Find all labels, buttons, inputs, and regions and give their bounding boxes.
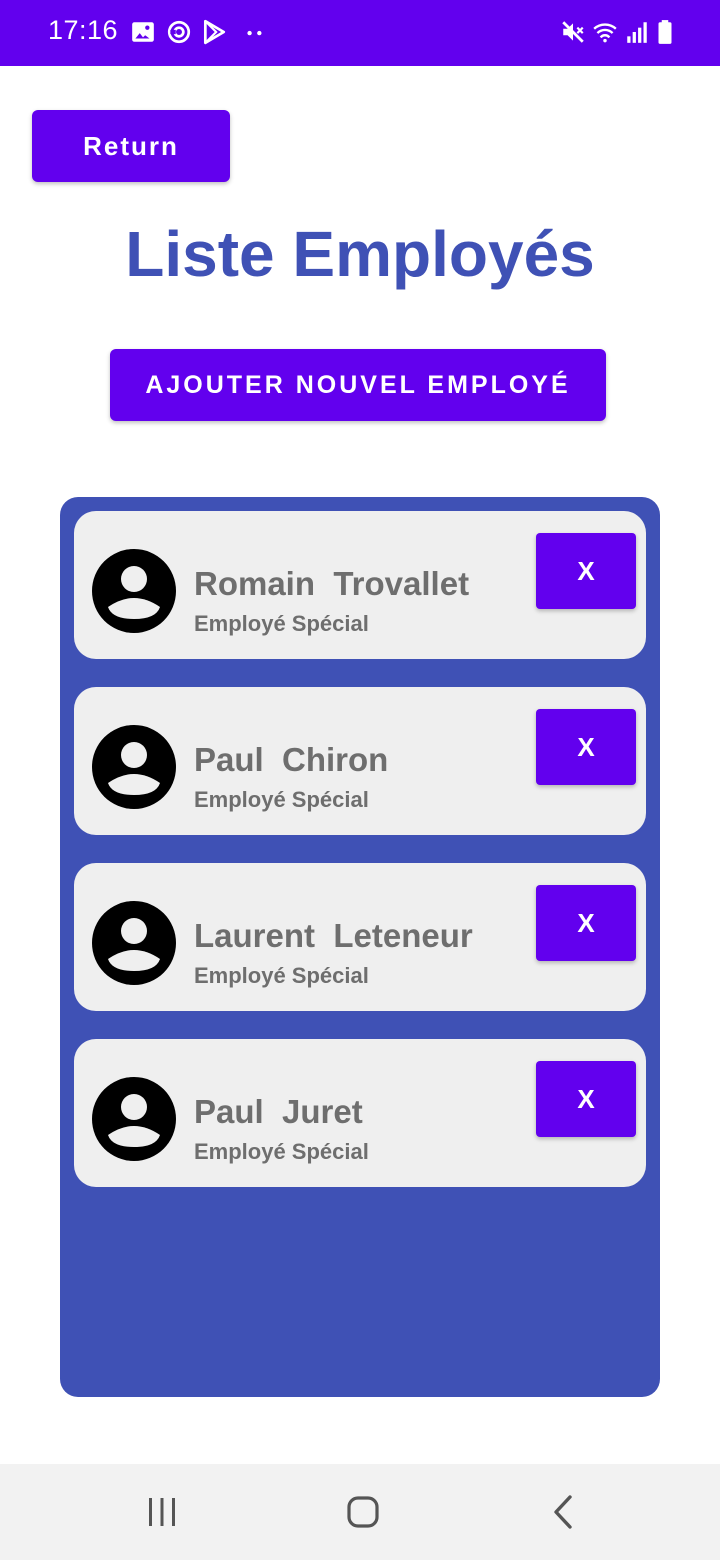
image-icon bbox=[130, 19, 156, 45]
employee-role: Employé Spécial bbox=[194, 611, 369, 636]
employee-name: Paul Juret bbox=[194, 1093, 363, 1130]
delete-employee-button[interactable]: X bbox=[536, 1061, 636, 1137]
employee-name: Romain Trovallet bbox=[194, 565, 470, 602]
delete-employee-button[interactable]: X bbox=[536, 885, 636, 961]
delete-employee-button[interactable]: X bbox=[536, 533, 636, 609]
status-bar: 17:16 bbox=[0, 0, 720, 66]
avatar-icon bbox=[92, 1077, 176, 1161]
delete-employee-button[interactable]: X bbox=[536, 709, 636, 785]
more-dots-icon bbox=[242, 19, 268, 45]
employee-list[interactable]: Romain Trovallet Employé Spécial X Paul … bbox=[60, 497, 660, 1397]
employee-role: Employé Spécial bbox=[194, 787, 369, 812]
play-store-icon bbox=[201, 19, 227, 45]
return-button[interactable]: Return bbox=[32, 110, 230, 182]
employee-role: Employé Spécial bbox=[194, 963, 369, 988]
avatar-icon bbox=[92, 549, 176, 633]
status-time: 17:16 bbox=[48, 15, 119, 45]
mute-icon bbox=[560, 19, 586, 45]
back-icon[interactable] bbox=[540, 1488, 588, 1536]
sync-icon bbox=[166, 19, 192, 45]
avatar-icon bbox=[92, 725, 176, 809]
signal-icon bbox=[624, 19, 650, 45]
employee-card[interactable]: Laurent Leteneur Employé Spécial X bbox=[74, 863, 646, 1011]
page-title: Liste Employés bbox=[125, 218, 595, 290]
employee-name: Laurent Leteneur bbox=[194, 917, 473, 954]
battery-icon bbox=[652, 19, 678, 45]
navigation-bar bbox=[0, 1464, 720, 1560]
employee-name: Paul Chiron bbox=[194, 741, 389, 778]
add-employee-button[interactable]: AJOUTER NOUVEL EMPLOYÉ bbox=[110, 349, 606, 421]
employee-card[interactable]: Paul Juret Employé Spécial X bbox=[74, 1039, 646, 1187]
employee-card[interactable]: Romain Trovallet Employé Spécial X bbox=[74, 511, 646, 659]
wifi-icon bbox=[592, 19, 618, 45]
employee-role: Employé Spécial bbox=[194, 1139, 369, 1164]
home-icon[interactable] bbox=[339, 1488, 387, 1536]
avatar-icon bbox=[92, 901, 176, 985]
recents-icon[interactable] bbox=[138, 1488, 186, 1536]
employee-card[interactable]: Paul Chiron Employé Spécial X bbox=[74, 687, 646, 835]
